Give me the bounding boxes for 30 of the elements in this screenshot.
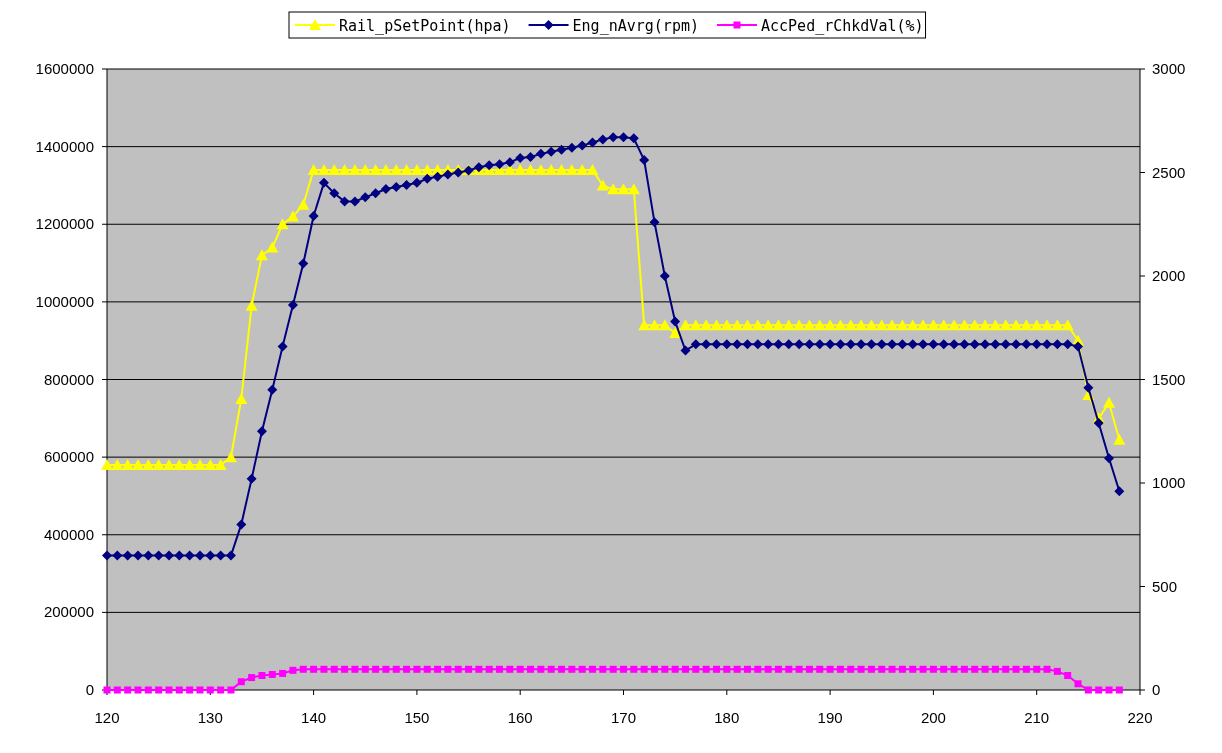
axis-tick-label: 500 bbox=[1152, 577, 1178, 595]
axis-tick-label: 160 bbox=[507, 709, 533, 726]
axis-tick-label: 1000000 bbox=[35, 292, 94, 310]
axis-tick-label: 800000 bbox=[43, 370, 94, 388]
axis-tick-label: 0 bbox=[85, 681, 94, 698]
axis-tick-label: 2500 bbox=[1152, 163, 1186, 181]
axis-tick-label: 190 bbox=[817, 709, 843, 726]
axis-tick-label: 200000 bbox=[43, 603, 94, 621]
axis-tick-label: 1600000 bbox=[35, 60, 94, 77]
axis-tick-label: 220 bbox=[1127, 709, 1153, 726]
legend-label: Eng_nAvrg(rpm) bbox=[572, 17, 699, 35]
axis-tick-label: 130 bbox=[197, 709, 223, 726]
legend-label: Rail_pSetPoint(hpa) bbox=[339, 17, 511, 35]
axis-tick-label: 600000 bbox=[43, 448, 94, 466]
axis-tick-label: 3000 bbox=[1152, 60, 1186, 77]
axis-tick-label: 140 bbox=[301, 709, 327, 726]
axis-tick-label: 1500 bbox=[1152, 370, 1186, 388]
axis-tick-label: 200 bbox=[920, 709, 946, 726]
axis-tick-label: 1200000 bbox=[35, 215, 94, 233]
legend-label: AccPed_rChkdVal(%) bbox=[761, 17, 924, 35]
axis-tick-label: 150 bbox=[404, 709, 430, 726]
axis-tick-label: 1000 bbox=[1152, 474, 1186, 491]
axis-tick-label: 2000 bbox=[1152, 267, 1186, 284]
axis-tick-label: 1400000 bbox=[35, 137, 94, 155]
axis-tick-label: 210 bbox=[1024, 709, 1050, 726]
axis-tick-label: 0 bbox=[1152, 681, 1161, 698]
axis-tick-label: 180 bbox=[714, 709, 740, 726]
axis-tick-label: 170 bbox=[611, 709, 636, 726]
axis-tick-label: 400000 bbox=[43, 525, 94, 543]
axis-tick-label: 120 bbox=[94, 709, 120, 726]
